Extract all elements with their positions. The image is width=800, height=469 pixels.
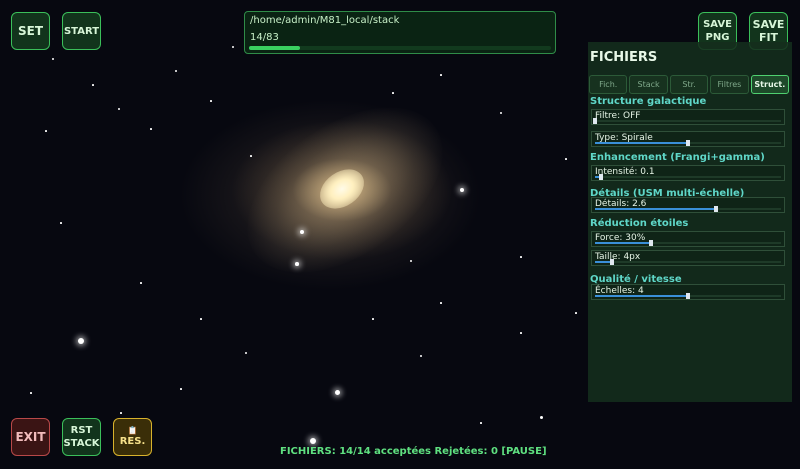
status-line: FICHIERS: 14/14 acceptées Rejetées: 0 [P… xyxy=(280,446,547,457)
section-title: Enhancement (Frangi+gamma) xyxy=(590,152,765,163)
star xyxy=(245,352,247,354)
setting-slider[interactable]: Détails: 2.6 xyxy=(591,197,785,213)
slider-handle[interactable] xyxy=(686,293,690,299)
start-button[interactable]: START xyxy=(62,12,101,50)
setting-slider[interactable]: Échelles: 4 xyxy=(591,284,785,300)
slider-handle[interactable] xyxy=(648,240,653,246)
star xyxy=(30,392,32,394)
setting-slider[interactable]: Force: 30% xyxy=(591,231,785,247)
slider-track xyxy=(595,140,781,146)
star xyxy=(565,158,567,160)
stack-path-box: /home/admin/M81_local/stack 14/83 xyxy=(244,11,556,54)
tab-struct[interactable]: Struct. xyxy=(750,75,790,94)
star xyxy=(500,112,502,114)
star xyxy=(410,260,412,262)
clipboard-icon: 📋 xyxy=(127,426,138,435)
slider-handle[interactable] xyxy=(609,259,614,265)
results-button[interactable]: 📋 RES. xyxy=(113,418,152,456)
slider-track xyxy=(595,206,781,212)
save-png-line1: SAVE xyxy=(703,19,732,30)
tab-stack[interactable]: Stack xyxy=(629,75,668,94)
exit-button[interactable]: EXIT xyxy=(11,418,50,456)
star xyxy=(520,332,522,334)
stack-path: /home/admin/M81_local/stack xyxy=(250,15,400,26)
slider-fill xyxy=(595,242,651,244)
reset-stack-button[interactable]: RST STACK xyxy=(62,418,101,456)
reset-stack-line1: RST xyxy=(70,425,93,436)
panel-tabs: Fich. Stack Str. Filtres Struct. xyxy=(589,75,790,94)
slider-handle[interactable] xyxy=(713,206,718,212)
star xyxy=(520,256,522,258)
star xyxy=(295,262,299,266)
set-button-label: SET xyxy=(17,23,44,38)
star xyxy=(140,282,142,284)
exit-button-label: EXIT xyxy=(15,429,46,444)
star xyxy=(335,390,340,395)
tab-str[interactable]: Str. xyxy=(669,75,709,94)
slider-track xyxy=(595,240,781,246)
star xyxy=(78,338,84,344)
stack-progress-bar xyxy=(249,46,551,50)
tab-filtres[interactable]: Filtres xyxy=(710,75,749,94)
star xyxy=(52,58,54,60)
star xyxy=(372,318,374,320)
star xyxy=(92,84,94,86)
star xyxy=(460,188,464,192)
star xyxy=(118,108,120,110)
star xyxy=(310,438,316,444)
slider-track xyxy=(595,259,781,265)
star xyxy=(250,155,252,157)
setting-slider[interactable]: Filtre: OFF xyxy=(591,109,785,125)
slider-track xyxy=(593,118,781,124)
slider-track xyxy=(595,174,781,180)
setting-slider[interactable]: Type: Spirale xyxy=(591,131,785,147)
results-button-label: RES. xyxy=(119,436,146,447)
settings-panel: FICHIERS Fich. Stack Str. Filtres Struct. St… xyxy=(588,42,792,402)
star xyxy=(180,388,182,390)
star xyxy=(45,130,47,132)
slider-fill xyxy=(595,295,688,297)
section-title: Réduction étoiles xyxy=(590,218,689,229)
star xyxy=(440,302,442,304)
slider-handle[interactable] xyxy=(593,118,597,124)
star xyxy=(232,46,234,48)
stack-count: 14/83 xyxy=(250,32,279,43)
star xyxy=(175,70,177,72)
star xyxy=(150,128,152,130)
star xyxy=(420,355,422,357)
panel-title: FICHIERS xyxy=(590,50,658,65)
slider-fill xyxy=(595,142,688,144)
section-title: Structure galactique xyxy=(590,96,707,107)
star xyxy=(120,412,122,414)
star xyxy=(300,230,304,234)
star xyxy=(480,422,482,424)
start-button-label: START xyxy=(63,25,100,37)
slider-handle[interactable] xyxy=(598,174,603,180)
star xyxy=(575,312,577,314)
star xyxy=(540,416,543,419)
star xyxy=(210,100,212,102)
set-button[interactable]: SET xyxy=(11,12,50,50)
stack-progress-fill xyxy=(249,46,301,50)
setting-slider[interactable]: Taille: 4px xyxy=(591,250,785,266)
slider-track xyxy=(595,293,781,299)
slider-handle[interactable] xyxy=(686,140,690,146)
star xyxy=(392,92,394,94)
save-fit-line1: SAVE xyxy=(752,18,785,31)
star xyxy=(60,222,62,224)
tab-fich[interactable]: Fich. xyxy=(589,75,628,94)
star xyxy=(200,318,202,320)
setting-slider[interactable]: Intensité: 0.1 xyxy=(591,165,785,181)
star xyxy=(440,74,442,76)
reset-stack-line2: STACK xyxy=(63,438,100,449)
slider-fill xyxy=(595,208,716,210)
